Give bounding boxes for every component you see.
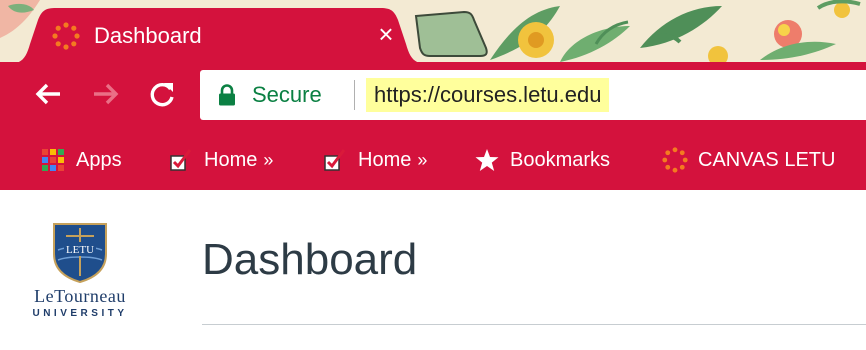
bookmark-canvas-letu[interactable]: CANVAS LETU bbox=[662, 144, 835, 176]
url-text[interactable]: https://courses.letu.edu bbox=[366, 78, 610, 112]
shield-text: LETU bbox=[66, 244, 94, 256]
canvas-ring-icon bbox=[662, 147, 688, 173]
bookmark-label: Home bbox=[204, 148, 258, 171]
secure-label: Secure bbox=[252, 82, 322, 107]
checkbox-icon bbox=[168, 147, 194, 173]
bookmark-folder-home[interactable]: Home » bbox=[168, 144, 273, 176]
bookmark-label: Home bbox=[358, 148, 412, 171]
bookmark-apps[interactable]: Apps bbox=[40, 144, 122, 176]
bookmark-bookmarks[interactable]: Bookmarks bbox=[474, 144, 610, 176]
checkbox-icon bbox=[322, 147, 348, 173]
tab-close-button[interactable]: × bbox=[370, 18, 402, 50]
omnibox-divider bbox=[354, 80, 355, 110]
folder-arrow-icon: » bbox=[263, 149, 274, 170]
tab-strip: Dashboard × bbox=[0, 0, 866, 62]
bookmark-label: CANVAS LETU bbox=[698, 148, 836, 171]
title-divider bbox=[202, 324, 866, 325]
bookmark-label: Apps bbox=[76, 148, 122, 171]
bookmark-folder-home[interactable]: Home » bbox=[322, 144, 427, 176]
tab-title: Dashboard bbox=[94, 23, 202, 48]
reload-icon bbox=[150, 83, 174, 107]
bookmark-label: Bookmarks bbox=[510, 148, 611, 171]
arrow-left-icon bbox=[35, 83, 60, 105]
new-tab-button[interactable] bbox=[402, 8, 498, 58]
back-button[interactable] bbox=[26, 72, 70, 116]
apps-grid-icon bbox=[40, 147, 66, 173]
reload-button[interactable] bbox=[140, 72, 184, 116]
lock-icon bbox=[219, 84, 235, 106]
star-icon bbox=[474, 147, 500, 173]
address-bar[interactable]: Secure https://courses.letu.edu bbox=[200, 70, 866, 120]
university-shield-icon: LETU bbox=[53, 223, 107, 284]
browser-tab-active[interactable]: Dashboard × bbox=[8, 8, 428, 62]
browser-toolbar: Secure https://courses.letu.edu bbox=[0, 62, 866, 130]
logo-name: LeTourneau bbox=[34, 286, 126, 306]
folder-arrow-icon: » bbox=[417, 149, 428, 170]
page-title: Dashboard bbox=[202, 235, 418, 284]
bookmarks-bar: Apps Home » Home » Bookmarks CANVAS LETU bbox=[0, 130, 866, 190]
letourneau-logo[interactable]: LETU LeTourneau UNIVERSITY bbox=[10, 214, 150, 332]
canvas-ring-icon bbox=[52, 22, 80, 50]
forward-button[interactable] bbox=[84, 72, 128, 116]
arrow-right-icon bbox=[94, 83, 119, 105]
logo-subtitle: UNIVERSITY bbox=[32, 308, 128, 319]
